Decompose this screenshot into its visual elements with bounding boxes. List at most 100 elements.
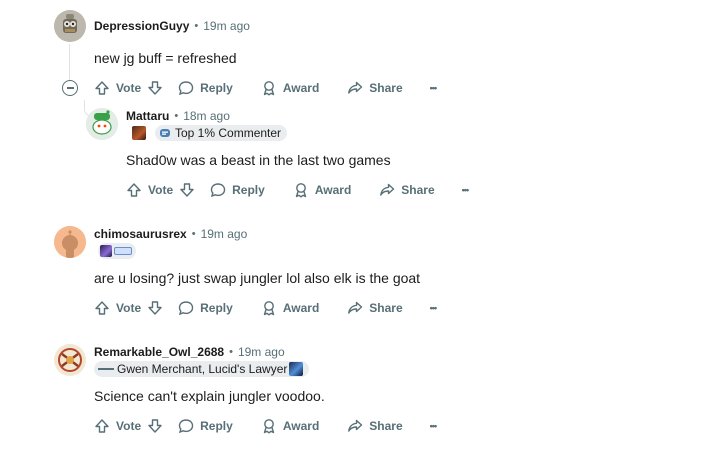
user-flair: Gwen Merchant, Lucid's Lawyer	[94, 361, 310, 377]
speech-bubble-icon	[178, 81, 194, 96]
avatar[interactable]	[54, 226, 86, 258]
arrow-up-icon	[95, 301, 109, 315]
comment-author[interactable]: Remarkable_Owl_2688	[94, 345, 224, 359]
separator-dot: •	[191, 228, 196, 240]
comment-actions: Vote Reply Award Share •••	[94, 294, 438, 322]
vote-label: Vote	[148, 183, 174, 197]
separator-dot: •	[194, 20, 199, 32]
share-label: Share	[369, 419, 403, 433]
more-options-button[interactable]: •••	[429, 74, 438, 102]
reply-button[interactable]: Reply	[178, 294, 233, 322]
vote-group: Vote	[94, 294, 163, 322]
reply-label: Reply	[232, 183, 265, 197]
more-options-button[interactable]: •••	[429, 412, 438, 440]
vote-group: Vote	[94, 74, 163, 102]
user-flair	[98, 243, 136, 259]
award-button[interactable]: Award	[261, 412, 319, 440]
flair-emblem-icon	[289, 362, 304, 376]
comment-time[interactable]: 19m ago	[203, 19, 250, 33]
vote-label: Vote	[116, 301, 142, 315]
comment-actions: Vote Reply Award Share •••	[94, 74, 438, 102]
upvote-button[interactable]	[94, 418, 110, 434]
vote-label: Vote	[116, 81, 142, 95]
flair-badge-icon	[114, 247, 132, 255]
award-icon	[263, 301, 275, 316]
arrow-down-icon	[180, 183, 194, 197]
share-label: Share	[369, 301, 403, 315]
more-options-button[interactable]: •••	[429, 294, 438, 322]
share-icon	[348, 301, 363, 314]
share-button[interactable]: Share	[347, 412, 403, 440]
thread-line	[69, 44, 70, 80]
separator-dot: •	[229, 346, 233, 358]
comment-author[interactable]: DepressionGuyy	[94, 19, 189, 33]
comment-time[interactable]: 19m ago	[238, 345, 285, 359]
more-dots-icon: •••	[429, 303, 438, 313]
award-button[interactable]: Award	[261, 294, 319, 322]
separator-dot: •	[174, 110, 179, 122]
avatar[interactable]	[54, 10, 86, 42]
arrow-down-icon	[148, 419, 162, 433]
award-label: Award	[314, 183, 352, 197]
collapse-thread-button[interactable]	[62, 80, 78, 96]
arrow-up-icon	[127, 183, 141, 197]
reply-button[interactable]: Reply	[178, 412, 233, 440]
share-button[interactable]: Share	[347, 74, 403, 102]
comment-actions: Vote Reply Award Share •••	[94, 412, 438, 440]
arrow-up-icon	[95, 419, 109, 433]
vote-group: Vote	[126, 176, 195, 204]
flair-emblem-icon	[132, 126, 146, 140]
avatar[interactable]	[54, 344, 86, 376]
reply-label: Reply	[200, 419, 233, 433]
comment-author[interactable]: chimosaurusrex	[94, 227, 187, 241]
reply-label: Reply	[200, 81, 233, 95]
comment-author[interactable]: Mattaru	[126, 109, 169, 123]
comment-body: are u losing? just swap jungler lol also…	[94, 270, 421, 286]
commenter-badge-icon	[160, 129, 170, 137]
more-dots-icon: •••	[429, 83, 438, 93]
share-icon	[348, 81, 363, 94]
arrow-down-icon	[148, 301, 162, 315]
comment-time[interactable]: 19m ago	[201, 227, 248, 241]
upvote-button[interactable]	[94, 300, 110, 316]
speech-bubble-icon	[178, 301, 194, 316]
share-button[interactable]: Share	[347, 294, 403, 322]
flair-emblem-icon	[100, 245, 112, 257]
share-icon	[348, 419, 363, 432]
user-flair: Top 1% Commenter	[155, 125, 288, 141]
flair-text: Top 1% Commenter	[175, 126, 282, 140]
flair-text: Gwen Merchant, Lucid's Lawyer	[117, 362, 288, 376]
award-button[interactable]: Award	[293, 176, 351, 204]
award-icon	[263, 419, 275, 434]
reply-button[interactable]: Reply	[178, 74, 233, 102]
share-label: Share	[369, 81, 403, 95]
award-button[interactable]: Award	[261, 74, 319, 102]
award-label: Award	[282, 419, 320, 433]
share-button[interactable]: Share	[379, 176, 435, 204]
speech-bubble-icon	[178, 419, 194, 434]
comment-time[interactable]: 18m ago	[183, 109, 230, 123]
speech-bubble-icon	[210, 183, 226, 198]
upvote-button[interactable]	[126, 182, 142, 198]
award-label: Award	[282, 301, 320, 315]
arrow-down-icon	[148, 81, 162, 95]
share-label: Share	[401, 183, 435, 197]
award-label: Award	[282, 81, 320, 95]
share-icon	[380, 183, 395, 196]
award-icon	[295, 183, 307, 198]
downvote-button[interactable]	[147, 80, 163, 96]
more-dots-icon: •••	[429, 421, 438, 431]
reply-button[interactable]: Reply	[210, 176, 265, 204]
more-options-button[interactable]: •••	[462, 176, 470, 204]
blade-icon	[98, 368, 114, 370]
downvote-button[interactable]	[147, 418, 163, 434]
comment-actions: Vote Reply Award Share •••	[126, 176, 470, 204]
downvote-button[interactable]	[179, 182, 195, 198]
downvote-button[interactable]	[147, 300, 163, 316]
comment-body: Science can't explain jungler voodoo.	[94, 388, 325, 404]
upvote-button[interactable]	[94, 80, 110, 96]
comment-body: new jg buff = refreshed	[94, 50, 237, 66]
reply-label: Reply	[200, 301, 233, 315]
avatar[interactable]	[86, 108, 118, 140]
award-icon	[263, 81, 275, 96]
